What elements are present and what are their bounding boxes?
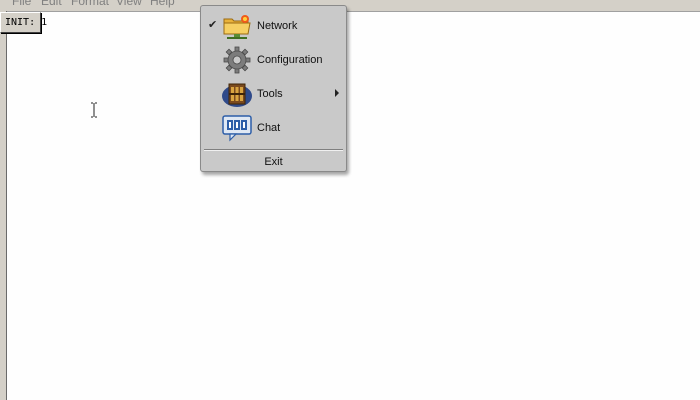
menu-bar: File Edit Format View Help <box>0 0 700 12</box>
chat-bubble-icon <box>222 115 252 142</box>
menu-separator <box>204 149 343 151</box>
menu-format[interactable]: Format <box>71 0 109 8</box>
menu-item-chat-label: Chat <box>257 122 281 134</box>
menu-item-chat[interactable]: Chat <box>202 111 345 145</box>
gear-icon <box>223 46 251 74</box>
network-folder-icon <box>223 15 251 39</box>
menu-item-configuration-label: Configuration <box>257 54 323 66</box>
menu-help[interactable]: Help <box>150 0 175 8</box>
window-left-border <box>0 11 7 400</box>
menu-file[interactable]: File <box>12 0 31 8</box>
menu-item-tools[interactable]: Tools <box>202 77 345 111</box>
check-icon: ✔ <box>208 19 218 31</box>
menu-item-tools-label: Tools <box>257 88 283 100</box>
text-editor-area[interactable] <box>7 12 700 400</box>
text-cursor-icon <box>91 102 97 118</box>
menu-item-configuration[interactable]: Configuration <box>202 43 345 77</box>
submenu-arrow-icon <box>335 89 339 97</box>
menu-edit[interactable]: Edit <box>41 0 62 8</box>
menu-item-network-label: Network <box>257 20 298 32</box>
application-window: File Edit Format View Help INIT: 1 ✔ Net… <box>0 0 700 400</box>
menu-item-network[interactable]: ✔ Network <box>202 9 345 43</box>
menu-view[interactable]: View <box>116 0 142 8</box>
toolbox-icon <box>222 83 252 107</box>
menu-item-exit[interactable]: Exit <box>202 154 345 170</box>
menu-item-exit-label: Exit <box>264 156 283 168</box>
context-menu: ✔ Network Configuration Tools Chat Exit <box>200 5 347 172</box>
init-status-badge: INIT: 1 <box>0 12 47 33</box>
